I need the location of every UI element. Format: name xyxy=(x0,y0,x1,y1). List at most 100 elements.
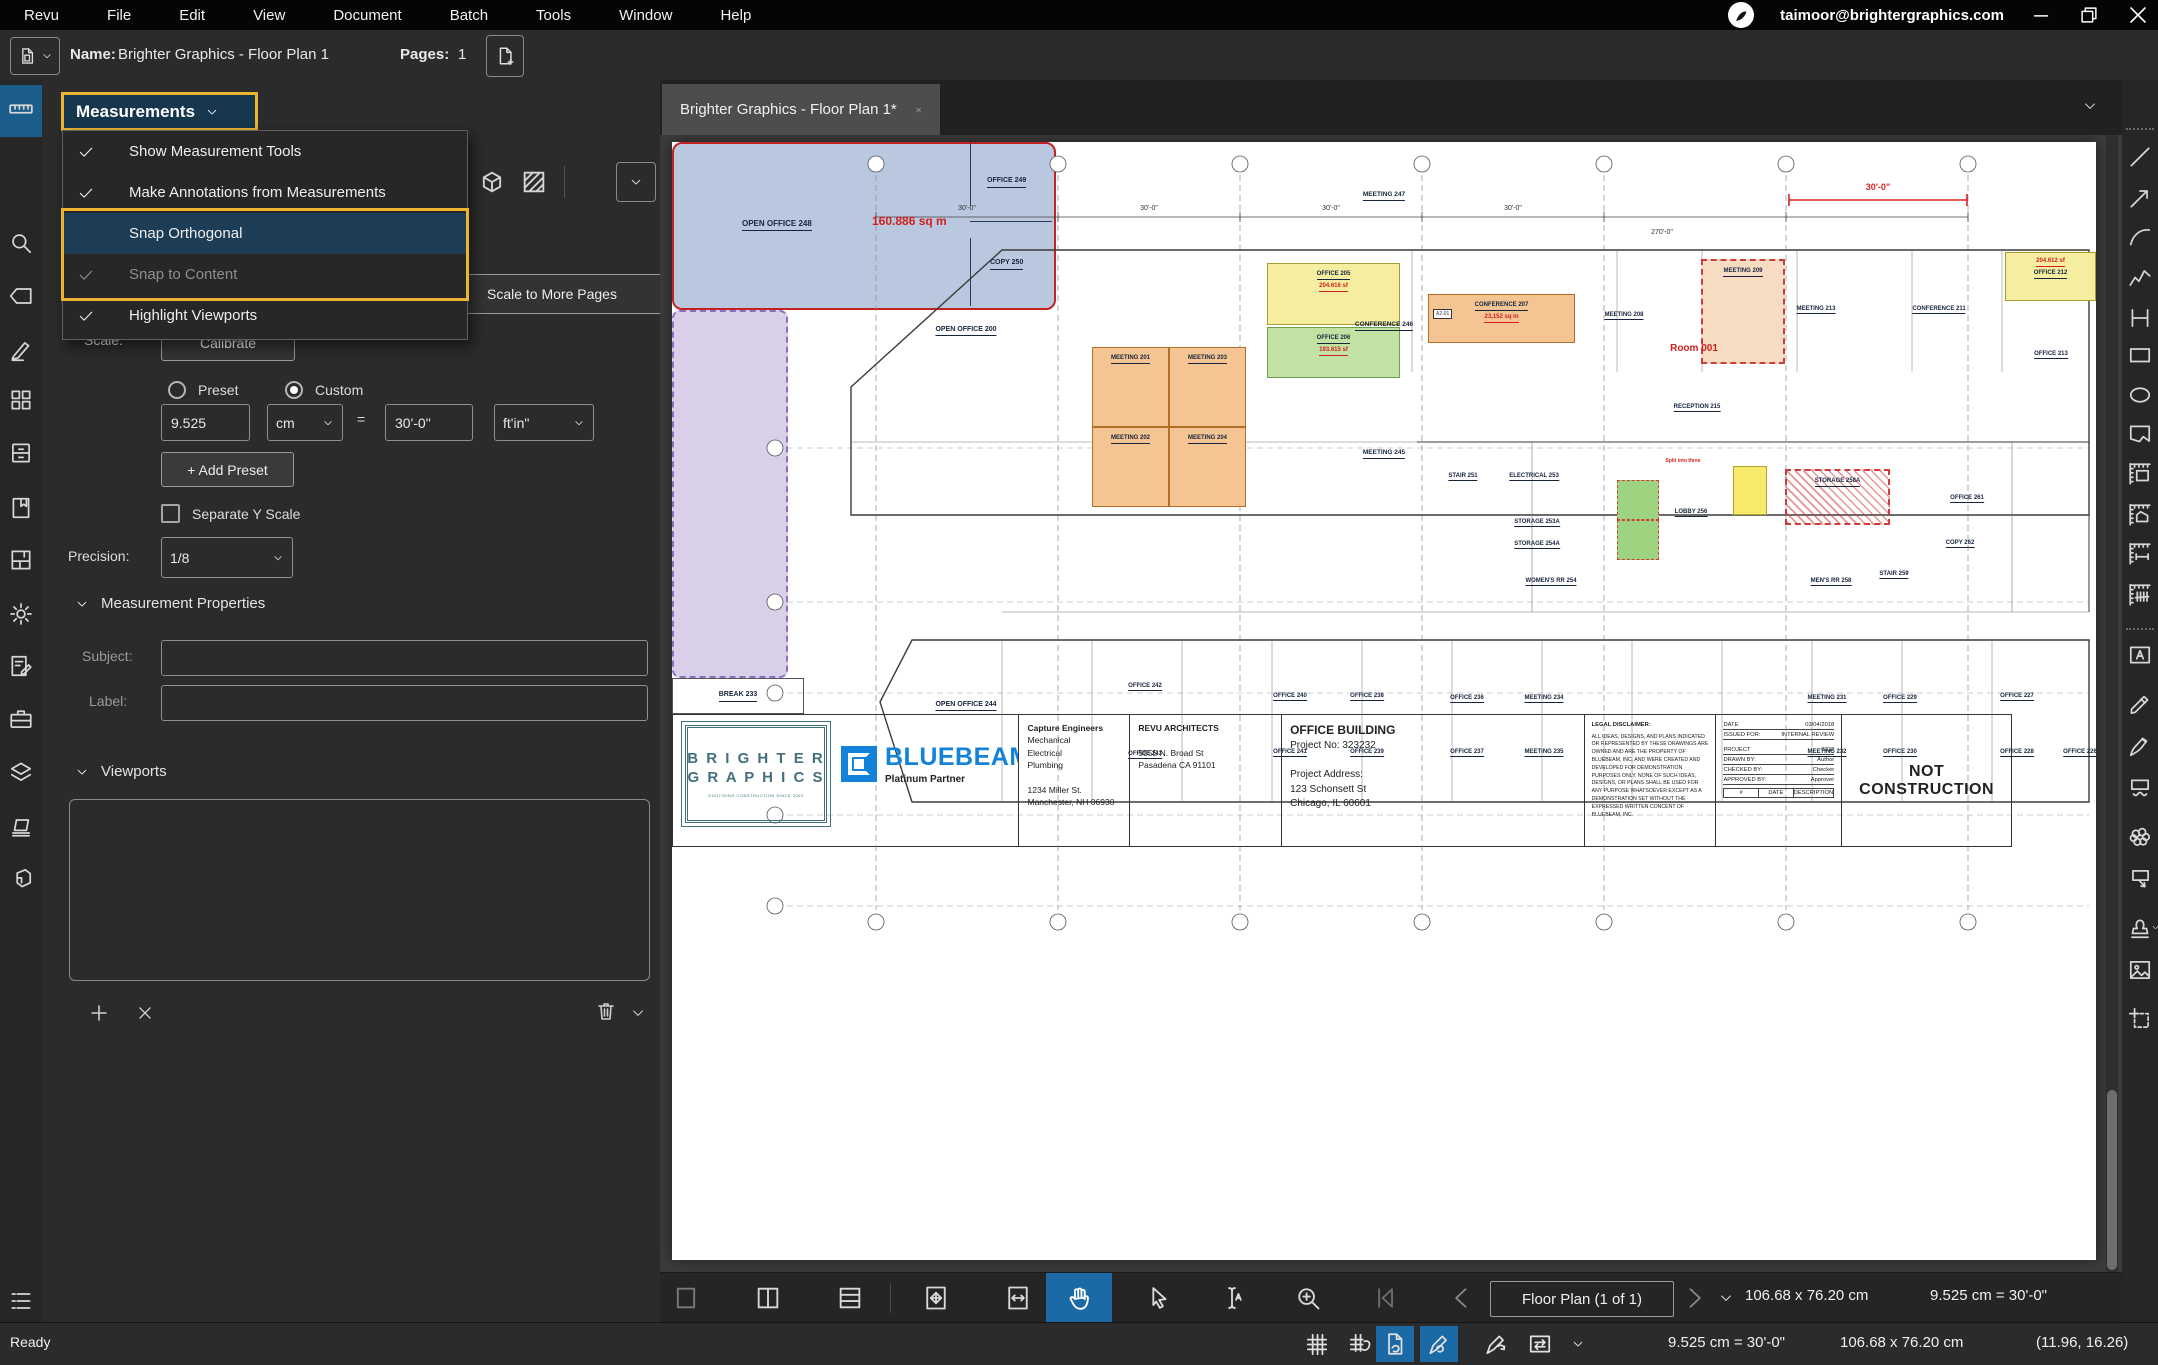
tool-measure-count[interactable] xyxy=(2122,582,2158,608)
markups-list-toggle[interactable] xyxy=(0,1288,42,1314)
toolbar-select-cursor[interactable] xyxy=(1144,1284,1172,1312)
custom-label[interactable]: Custom xyxy=(315,382,363,398)
toolbar-nav-prev[interactable] xyxy=(1448,1284,1476,1312)
viewports-overflow-chevron[interactable] xyxy=(630,1005,646,1021)
tool-image[interactable] xyxy=(2122,957,2158,983)
sidebar-item-bookmarks[interactable] xyxy=(0,495,42,521)
measure-volume-icon[interactable] xyxy=(478,168,506,196)
menu-item-edit[interactable]: Edit xyxy=(155,7,229,24)
measurement-properties-section[interactable]: Measurement Properties xyxy=(75,595,265,612)
scrollbar-thumb[interactable] xyxy=(2107,1090,2117,1270)
delete-viewport-button[interactable] xyxy=(135,1003,155,1023)
tool-arc[interactable] xyxy=(2122,224,2158,250)
menu-item-show-measurement-tools[interactable]: Show Measurement Tools xyxy=(63,131,467,172)
menu-item-snap-orthogonal[interactable]: Snap Orthogonal xyxy=(63,213,467,254)
tool-rectangle[interactable] xyxy=(2122,342,2158,368)
custom-radio[interactable] xyxy=(285,381,303,399)
toolbar-text-select[interactable] xyxy=(1218,1284,1246,1312)
sidebar-item-search[interactable] xyxy=(0,230,42,256)
menu-item-help[interactable]: Help xyxy=(696,7,775,24)
restore-button[interactable] xyxy=(2078,4,2100,26)
minimize-button[interactable] xyxy=(2030,4,2052,26)
room-cell[interactable] xyxy=(1617,520,1659,560)
room-office-205[interactable]: OFFICE 205204.616 sf xyxy=(1267,263,1400,325)
sidebar-item-flag-tag[interactable] xyxy=(0,283,42,309)
toolbar-pane-split-h[interactable] xyxy=(836,1284,864,1312)
add-viewport-button[interactable] xyxy=(87,1001,111,1025)
sidebar-item-tool-sets[interactable] xyxy=(0,706,42,732)
sidebar-item-markups-list[interactable] xyxy=(0,653,42,679)
tool-pen[interactable] xyxy=(2122,733,2158,759)
menu-item-revu[interactable]: Revu xyxy=(0,7,83,24)
viewports-list[interactable] xyxy=(69,799,650,981)
sidebar-item-tool-chest[interactable] xyxy=(0,387,42,413)
room-office-212[interactable]: 204.612 sfOFFICE 212 xyxy=(2005,252,2096,301)
floor-plan-page[interactable]: 30'-0"30'-0"30'-0"30'-0"270'-0"30'-0"MEE… xyxy=(672,142,2096,1260)
sidebar-item-thumbnails[interactable] xyxy=(0,813,42,839)
room-meeting-201[interactable]: MEETING 201 xyxy=(1092,347,1169,427)
tool-polygon[interactable] xyxy=(2122,421,2158,447)
tool-measure-length[interactable] xyxy=(2122,541,2158,567)
menu-item-snap-to-content[interactable]: Snap to Content xyxy=(63,254,467,295)
toolbar-fit-width[interactable] xyxy=(1004,1284,1032,1312)
label-input[interactable] xyxy=(161,685,648,721)
vertical-scrollbar[interactable] xyxy=(2106,135,2118,1272)
tool-highlighter[interactable] xyxy=(2122,691,2158,717)
separate-y-checkbox[interactable] xyxy=(161,504,180,523)
viewports-section[interactable]: Viewports xyxy=(75,763,167,780)
sidebar-item-layers[interactable] xyxy=(0,759,42,785)
tool-stamp[interactable] xyxy=(2122,915,2158,941)
sidebar-item-properties-drawer[interactable] xyxy=(0,440,42,466)
room-meeting-204[interactable]: MEETING 204 xyxy=(1169,427,1246,507)
menu-item-file[interactable]: File xyxy=(83,7,155,24)
status-markup-snap[interactable] xyxy=(1426,1331,1452,1357)
status-grid-snap[interactable] xyxy=(1347,1331,1373,1357)
panel-title[interactable]: Measurements xyxy=(61,92,258,131)
toolbar-nav-first[interactable] xyxy=(1371,1284,1399,1312)
precision-select[interactable]: 1/8 xyxy=(161,537,293,578)
menu-item-document[interactable]: Document xyxy=(309,7,425,24)
menu-item-view[interactable]: View xyxy=(229,7,309,24)
panel-collapse-chevron[interactable] xyxy=(2082,98,2098,114)
tool-text-box[interactable] xyxy=(2122,642,2158,668)
sidebar-item-spaces[interactable] xyxy=(0,547,42,573)
room-storage-258a[interactable]: STORAGE 258A xyxy=(1785,469,1890,525)
sidebar-item-markup-pen[interactable] xyxy=(0,337,42,363)
room-cell[interactable] xyxy=(1733,466,1767,515)
unit-from-select[interactable]: cm xyxy=(267,404,343,441)
status-grid-hash[interactable] xyxy=(1304,1331,1330,1357)
tool-measure-perimeter[interactable] xyxy=(2122,502,2158,528)
menu-item-window[interactable]: Window xyxy=(595,7,696,24)
account-email[interactable]: taimoor@brightergraphics.com xyxy=(1780,7,2004,24)
room-meeting-202[interactable]: MEETING 202 xyxy=(1092,427,1169,507)
tool-polyline[interactable] xyxy=(2122,265,2158,291)
toolbar-pane-single[interactable] xyxy=(672,1284,700,1312)
status-doc-snap[interactable] xyxy=(1382,1331,1408,1357)
tool-callout-arrow[interactable] xyxy=(2122,866,2158,892)
tool-ellipse[interactable] xyxy=(2122,382,2158,408)
toolbar-pane-split-v[interactable] xyxy=(754,1284,782,1312)
menu-item-highlight-viewports[interactable]: Highlight Viewports xyxy=(63,295,467,336)
measure-count-icon[interactable] xyxy=(520,168,548,196)
tool-dimension[interactable] xyxy=(2122,305,2158,331)
menu-item-tools[interactable]: Tools xyxy=(512,7,595,24)
stamp-chevron-icon[interactable] xyxy=(2151,923,2158,932)
sidebar-item-settings-gear[interactable] xyxy=(0,601,42,627)
toolbar-nav-next[interactable] xyxy=(1680,1284,1708,1312)
document-menu-button[interactable] xyxy=(10,37,60,75)
status-chevron-down[interactable] xyxy=(1571,1337,1585,1351)
tool-cloud[interactable] xyxy=(2122,824,2158,850)
tool-arrow[interactable] xyxy=(2122,185,2158,211)
add-preset-button[interactable]: + Add Preset xyxy=(161,452,294,487)
drawing-viewport[interactable]: 30'-0"30'-0"30'-0"30'-0"270'-0"30'-0"MEE… xyxy=(660,135,2122,1272)
new-page-button[interactable] xyxy=(486,35,524,77)
close-button[interactable] xyxy=(2126,3,2150,27)
room-meeting-203[interactable]: MEETING 203 xyxy=(1169,347,1246,427)
toolbar-fit-page[interactable] xyxy=(922,1284,950,1312)
scale-to-input[interactable] xyxy=(385,404,473,441)
tab-close-icon[interactable] xyxy=(915,102,922,118)
tool-snapshot[interactable] xyxy=(2122,1006,2158,1032)
preset-label[interactable]: Preset xyxy=(198,382,238,398)
subject-input[interactable] xyxy=(161,640,648,676)
preset-radio[interactable] xyxy=(168,381,186,399)
